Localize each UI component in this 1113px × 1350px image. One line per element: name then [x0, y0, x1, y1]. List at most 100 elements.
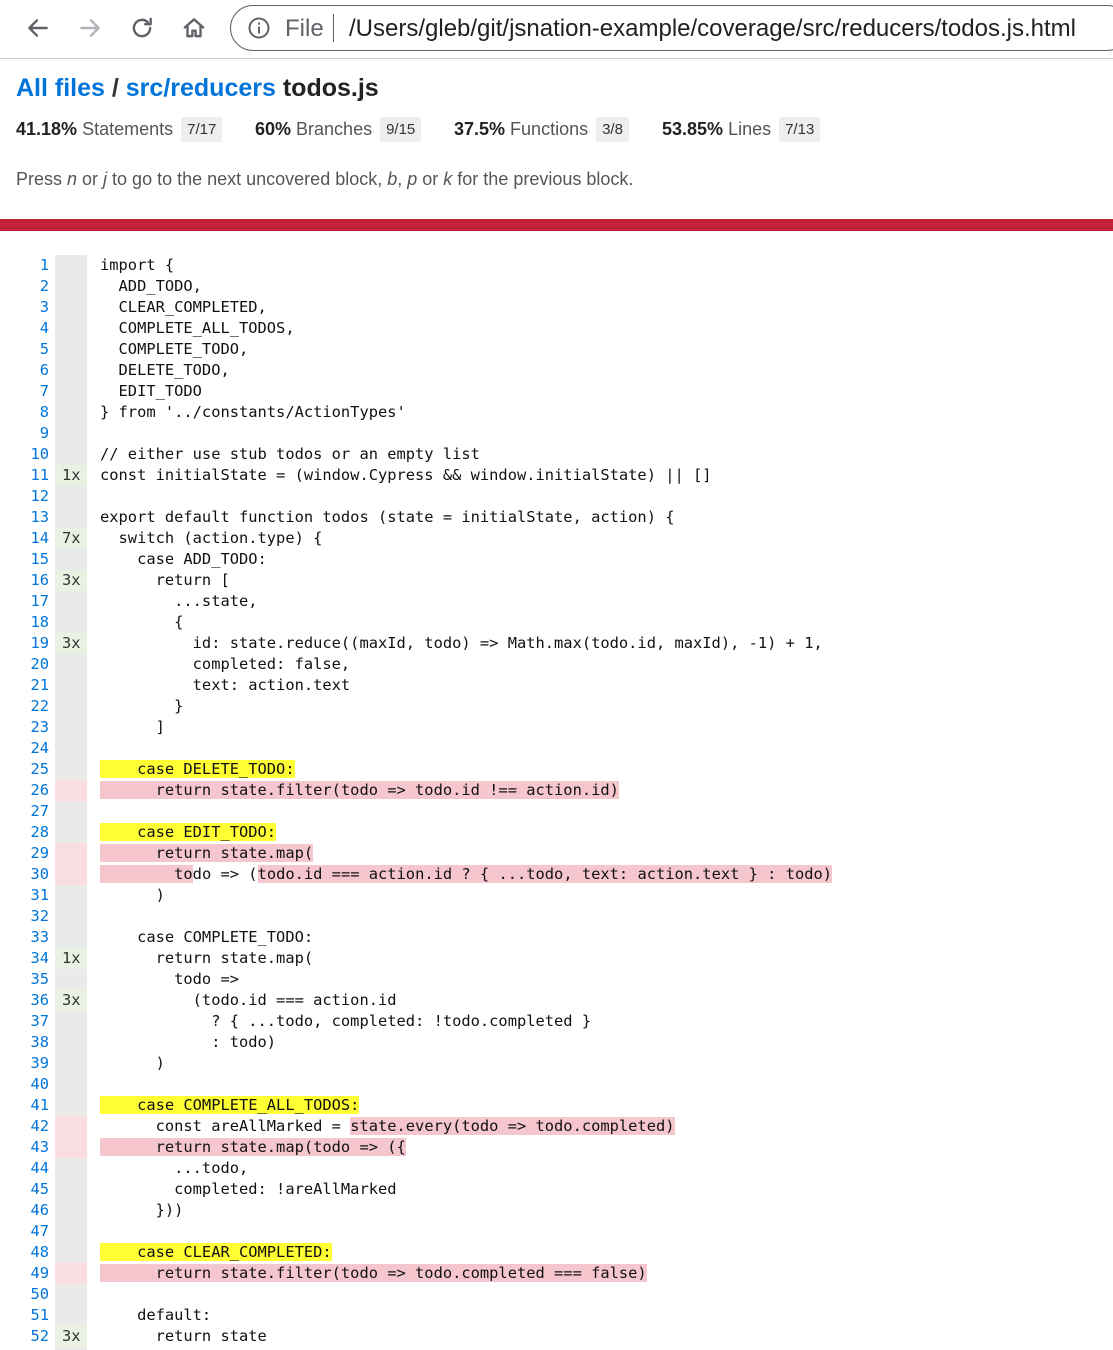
code-line: 7 EDIT_TODO: [0, 381, 1113, 402]
line-number-link[interactable]: 29: [0, 843, 49, 864]
uncovered-statement: return state.map(: [100, 844, 314, 862]
line-number-link[interactable]: 12: [0, 486, 49, 507]
line-number-link[interactable]: 38: [0, 1032, 49, 1053]
line-number-link[interactable]: 49: [0, 1263, 49, 1284]
url-text[interactable]: /Users/gleb/git/jsnation-example/coverag…: [349, 15, 1076, 43]
line-number-link[interactable]: 25: [0, 759, 49, 780]
source-text: {: [100, 612, 183, 633]
line-number-link[interactable]: 7: [0, 381, 49, 402]
line-number-link[interactable]: 23: [0, 717, 49, 738]
execution-count: [55, 1284, 87, 1305]
line-number-link[interactable]: 24: [0, 738, 49, 759]
execution-count: 3x: [55, 633, 87, 654]
code-token: : todo): [100, 1033, 277, 1051]
line-number-link[interactable]: 32: [0, 906, 49, 927]
line-number-link[interactable]: 19: [0, 633, 49, 654]
code-token: (todo.id === action.id: [100, 991, 397, 1009]
line-number-link[interactable]: 15: [0, 549, 49, 570]
breadcrumb-all-files-link[interactable]: All files: [16, 74, 105, 102]
line-number-link[interactable]: 14: [0, 528, 49, 549]
line-number-link[interactable]: 28: [0, 822, 49, 843]
execution-count: [55, 759, 87, 780]
execution-count: [55, 885, 87, 906]
source-text: ADD_TODO,: [100, 276, 202, 297]
line-number-link[interactable]: 37: [0, 1011, 49, 1032]
line-number-link[interactable]: 8: [0, 402, 49, 423]
line-number-link[interactable]: 35: [0, 969, 49, 990]
functions-stat: 37.5% Functions 3/8: [454, 116, 629, 142]
forward-button[interactable]: [73, 11, 107, 45]
back-button[interactable]: [21, 11, 55, 45]
stat-fraction: 7/13: [779, 116, 821, 142]
execution-count: [55, 1116, 87, 1137]
line-number-link[interactable]: 4: [0, 318, 49, 339]
line-number-link[interactable]: 2: [0, 276, 49, 297]
line-number-link[interactable]: 21: [0, 675, 49, 696]
line-number-link[interactable]: 22: [0, 696, 49, 717]
source-text: ? { ...todo, completed: !todo.completed …: [100, 1011, 591, 1032]
code-token: import {: [100, 256, 175, 274]
line-number-link[interactable]: 11: [0, 465, 49, 486]
line-number-link[interactable]: 41: [0, 1095, 49, 1116]
code-token: COMPLETE_TODO,: [100, 340, 249, 358]
line-number-link[interactable]: 33: [0, 927, 49, 948]
uncovered-statement: return state.map(todo => ({: [100, 1138, 406, 1156]
reload-button[interactable]: [125, 11, 159, 45]
line-number-link[interactable]: 39: [0, 1053, 49, 1074]
line-number-link[interactable]: 1: [0, 255, 49, 276]
source-text: ...state,: [100, 591, 257, 612]
code-line: 12: [0, 486, 1113, 507]
code-line: 4 COMPLETE_ALL_TODOS,: [0, 318, 1113, 339]
line-number-link[interactable]: 46: [0, 1200, 49, 1221]
line-number-link[interactable]: 40: [0, 1074, 49, 1095]
uncovered-statement: state.every(todo => todo.completed): [350, 1117, 675, 1135]
line-number-link[interactable]: 44: [0, 1158, 49, 1179]
line-number-link[interactable]: 6: [0, 360, 49, 381]
home-icon: [183, 18, 205, 38]
code-line: 22 }: [0, 696, 1113, 717]
source-text: DELETE_TODO,: [100, 360, 230, 381]
address-bar[interactable]: File /Users/gleb/git/jsnation-example/co…: [230, 5, 1113, 51]
line-number-link[interactable]: 34: [0, 948, 49, 969]
line-number-link[interactable]: 27: [0, 801, 49, 822]
line-number-link[interactable]: 10: [0, 444, 49, 465]
line-number-link[interactable]: 43: [0, 1137, 49, 1158]
line-number-link[interactable]: 26: [0, 780, 49, 801]
line-number-link[interactable]: 52: [0, 1326, 49, 1347]
info-icon[interactable]: [247, 16, 271, 40]
code-line: 39 ): [0, 1053, 1113, 1074]
source-text: return state.map(: [100, 843, 314, 864]
source-text: return state.filter(todo => todo.id !== …: [100, 780, 619, 801]
source-text: case COMPLETE_ALL_TODOS:: [100, 1095, 360, 1116]
line-number-link[interactable]: 20: [0, 654, 49, 675]
line-number-link[interactable]: 5: [0, 339, 49, 360]
line-number-link[interactable]: 31: [0, 885, 49, 906]
code-token: }: [100, 697, 184, 715]
line-number-link[interactable]: 51: [0, 1305, 49, 1326]
stat-label: Statements: [82, 118, 174, 139]
line-number-link[interactable]: 42: [0, 1116, 49, 1137]
source-text: EDIT_TODO: [100, 381, 202, 402]
keyboard-help-text: Press n or j to go to the next uncovered…: [16, 169, 634, 189]
line-number-link[interactable]: 3: [0, 297, 49, 318]
breadcrumb-folder-link[interactable]: src/reducers: [126, 74, 276, 102]
home-button[interactable]: [177, 11, 211, 45]
code-token: text: action.text: [100, 676, 351, 694]
code-line: 18 {: [0, 612, 1113, 633]
line-number-link[interactable]: 16: [0, 570, 49, 591]
source-text: } from '../constants/ActionTypes': [100, 402, 406, 423]
execution-count: [55, 360, 87, 381]
source-text: COMPLETE_TODO,: [100, 339, 249, 360]
line-number-link[interactable]: 47: [0, 1221, 49, 1242]
line-number-link[interactable]: 36: [0, 990, 49, 1011]
line-number-link[interactable]: 17: [0, 591, 49, 612]
line-number-link[interactable]: 18: [0, 612, 49, 633]
line-number-link[interactable]: 45: [0, 1179, 49, 1200]
code-token: completed: false,: [100, 655, 351, 673]
line-number-link[interactable]: 9: [0, 423, 49, 444]
line-number-link[interactable]: 50: [0, 1284, 49, 1305]
line-number-link[interactable]: 48: [0, 1242, 49, 1263]
code-line: 26 return state.filter(todo => todo.id !…: [0, 780, 1113, 801]
line-number-link[interactable]: 30: [0, 864, 49, 885]
line-number-link[interactable]: 13: [0, 507, 49, 528]
